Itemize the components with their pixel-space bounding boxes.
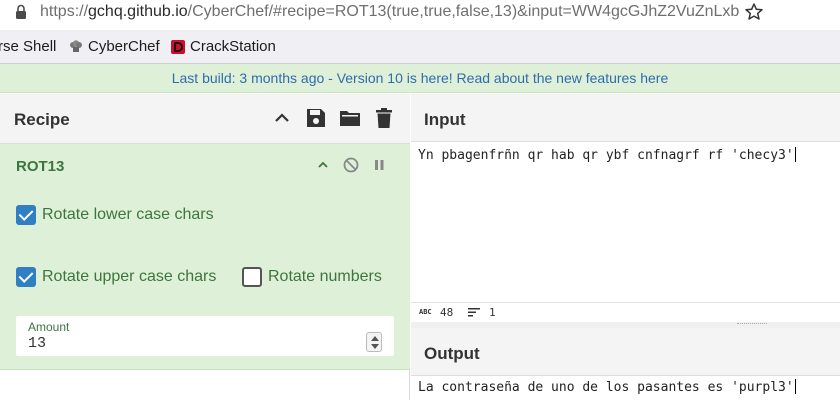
rotate-lower-label: Rotate lower case chars xyxy=(42,206,214,223)
banner-text: Last build: 3 months ago - Version 10 is… xyxy=(171,70,641,86)
amount-field[interactable]: Amount 13 xyxy=(16,316,394,356)
url-text[interactable]: https://gchq.github.io/CyberChef/#recipe… xyxy=(40,3,740,21)
output-title: Output xyxy=(424,344,480,363)
output-header: Output xyxy=(411,328,840,376)
crackstation-icon xyxy=(171,39,185,54)
amount-label: Amount xyxy=(28,320,70,334)
notice-banner: Last build: 3 months ago - Version 10 is… xyxy=(0,64,840,93)
amount-stepper[interactable] xyxy=(366,332,382,352)
pause-icon[interactable] xyxy=(370,156,388,174)
bookmarks-bar: rse Shell CyberChef CrackStation xyxy=(0,30,840,64)
url-domain: gchq.github.io xyxy=(88,3,188,20)
bookmark-reverse-shell[interactable]: rse Shell xyxy=(0,38,56,55)
text-caret xyxy=(794,147,796,162)
browser-url-bar[interactable]: https://gchq.github.io/CyberChef/#recipe… xyxy=(0,0,840,26)
star-icon[interactable] xyxy=(744,2,764,22)
trash-icon[interactable] xyxy=(373,107,395,129)
checkbox-unchecked[interactable] xyxy=(242,267,262,287)
bookmark-label: CyberChef xyxy=(88,38,160,55)
input-length: 48 xyxy=(440,306,454,319)
stepper-down-icon[interactable] xyxy=(371,344,379,349)
bookmark-label: rse Shell xyxy=(0,38,57,55)
bookmark-crackstation[interactable]: CrackStation xyxy=(171,38,276,55)
folder-icon[interactable] xyxy=(339,107,361,129)
text-caret xyxy=(794,379,796,394)
chevron-up-icon[interactable] xyxy=(271,107,293,129)
recipe-title: Recipe xyxy=(14,110,70,129)
input-text: Yn pbagenfrñn qr hab qr ybf cnfnagrf rf … xyxy=(418,148,794,163)
amount-value[interactable]: 13 xyxy=(28,335,46,352)
disable-icon[interactable] xyxy=(342,156,360,174)
collapse-chevron-icon[interactable] xyxy=(314,156,332,174)
bookmark-cyberchef[interactable]: CyberChef xyxy=(69,38,160,55)
bookmark-label: CrackStation xyxy=(190,38,276,55)
rotate-upper-checkbox[interactable]: Rotate upper case chars xyxy=(16,267,216,287)
input-title: Input xyxy=(424,110,466,129)
url-prefix: https:// xyxy=(40,3,89,20)
lock-icon xyxy=(16,4,26,19)
save-icon[interactable] xyxy=(305,107,327,129)
stepper-up-icon[interactable] xyxy=(371,336,379,341)
input-line-count: 1 xyxy=(489,306,496,319)
input-status-bar: ABC 48 1 xyxy=(411,302,840,322)
output-textarea[interactable]: La contraseña de uno de los pasantes es … xyxy=(418,379,796,395)
input-header: Input xyxy=(411,94,840,142)
chef-hat-icon xyxy=(70,39,82,52)
checkbox-checked[interactable] xyxy=(16,267,36,287)
operation-title: ROT13 xyxy=(16,158,65,175)
lines-icon xyxy=(468,308,480,317)
recipe-panel: Recipe ROT13 Rotate lower case chars Rot… xyxy=(0,94,410,400)
checkbox-checked[interactable] xyxy=(16,205,36,225)
output-text: La contraseña de uno de los pasantes es … xyxy=(418,380,794,395)
rotate-numbers-label: Rotate numbers xyxy=(268,268,382,285)
abc-icon: ABC xyxy=(419,308,432,316)
recipe-header: Recipe xyxy=(0,94,410,144)
grip-icon xyxy=(737,323,767,326)
rotate-upper-label: Rotate upper case chars xyxy=(42,268,217,285)
rotate-numbers-checkbox[interactable]: Rotate numbers xyxy=(242,267,382,287)
input-textarea[interactable]: Yn pbagenfrñn qr hab qr ybf cnfnagrf rf … xyxy=(418,147,796,163)
rotate-lower-checkbox[interactable]: Rotate lower case chars xyxy=(16,205,214,225)
banner-link[interactable]: here xyxy=(640,70,668,86)
url-path: /CyberChef/#recipe=ROT13(true,true,false… xyxy=(187,3,740,20)
